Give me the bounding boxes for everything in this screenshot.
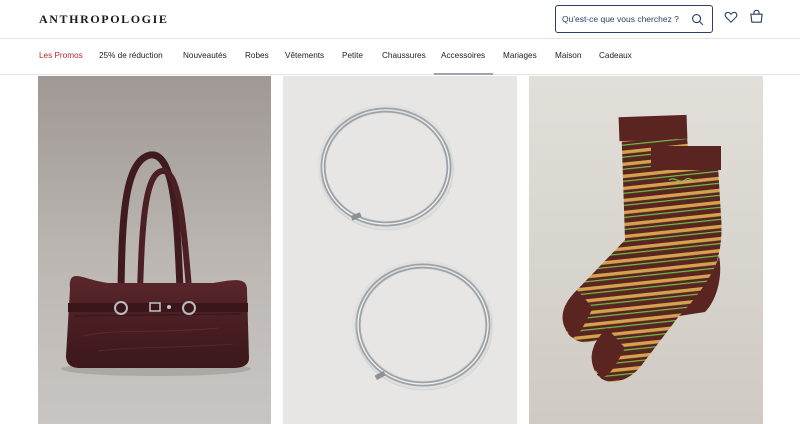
shoulder-bag-image[interactable] bbox=[38, 76, 271, 424]
nav-item-weddings[interactable]: Mariages bbox=[503, 51, 537, 60]
brand-logo[interactable]: ANTHROPOLOGIE bbox=[39, 12, 168, 27]
search-box[interactable] bbox=[555, 5, 713, 33]
nav-item-shoes[interactable]: Chaussures bbox=[382, 51, 426, 60]
main-nav: Les Promos 25% de réduction Nouveautés R… bbox=[0, 38, 800, 75]
active-tab-indicator bbox=[434, 73, 493, 75]
search-input[interactable] bbox=[562, 11, 688, 27]
nav-item-gifts[interactable]: Cadeaux bbox=[599, 51, 632, 60]
nav-item-dresses[interactable]: Robes bbox=[245, 51, 269, 60]
nav-item-new[interactable]: Nouveautés bbox=[183, 51, 227, 60]
nav-item-clothing[interactable]: Vêtements bbox=[285, 51, 324, 60]
product-grid bbox=[0, 76, 800, 424]
search-icon[interactable] bbox=[691, 13, 704, 26]
nav-item-promos[interactable]: Les Promos bbox=[39, 51, 83, 60]
product-tile-earrings[interactable] bbox=[283, 76, 517, 424]
product-tile-socks[interactable] bbox=[529, 76, 763, 424]
nav-item-home[interactable]: Maison bbox=[555, 51, 581, 60]
hoop-earrings-image[interactable] bbox=[283, 76, 517, 424]
heart-icon[interactable] bbox=[724, 10, 738, 24]
shopping-bag-icon[interactable] bbox=[749, 9, 764, 24]
nav-item-accessories[interactable]: Accessoires bbox=[441, 51, 485, 60]
nav-item-25-off[interactable]: 25% de réduction bbox=[99, 51, 163, 60]
nav-item-petite[interactable]: Petite bbox=[342, 51, 363, 60]
striped-socks-image[interactable] bbox=[529, 76, 763, 424]
site-header: ANTHROPOLOGIE bbox=[0, 0, 800, 38]
product-tile-bag[interactable] bbox=[38, 76, 271, 424]
